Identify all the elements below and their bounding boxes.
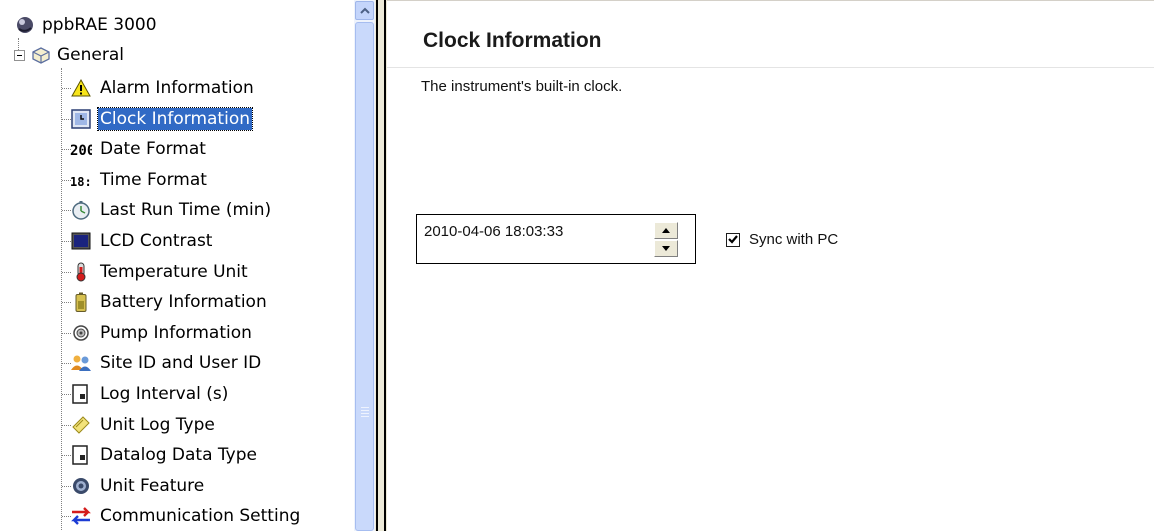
tree-item-pump-information[interactable]: Pump Information [70,320,254,346]
tree-scrollbar[interactable] [354,0,375,531]
datetime-picker[interactable]: 2010-04-06 18:03:33 [416,214,696,264]
thermometer-icon [70,261,92,283]
gear-icon [70,475,92,497]
warning-icon [70,77,92,99]
tree-item-label: Communication Setting [100,506,301,527]
exchange-arrows-icon [70,505,92,527]
pencil-icon [70,414,92,436]
stopwatch-icon [70,199,92,221]
divider [387,67,1154,68]
tree-item-clock-information[interactable]: Clock Information [70,106,253,132]
tree-node-root[interactable]: ppbRAE 3000 [16,14,157,36]
pump-icon [70,322,92,344]
sync-with-pc-option[interactable]: Sync with PC [726,231,838,248]
datetime-value[interactable]: 2010-04-06 18:03:33 [424,223,563,240]
tree-item-label: Pump Information [100,322,252,343]
sync-checkbox[interactable] [726,232,740,247]
users-icon [70,352,92,374]
tree-node-general[interactable]: General [14,44,124,66]
tree-item-label: Datalog Data Type [100,445,257,466]
battery-icon [70,291,92,313]
tree-item-alarm-information[interactable]: Alarm Information [70,75,256,101]
svg-text:18:10: 18:10 [70,175,92,189]
tree-item-label: LCD Contrast [100,231,213,251]
tree-item-label: Log Interval (s) [100,384,229,404]
tree-item-label: Unit Log Type [100,414,215,435]
tree-item-label: Temperature Unit [100,261,248,282]
page-title: Clock Information [423,29,602,52]
tree-item-unit-log-type[interactable]: Unit Log Type [70,412,217,438]
log-icon [70,383,92,405]
tree-item-label: Date Format [100,139,206,160]
tree-item-time-format[interactable]: 18:10 Time Format [70,167,209,193]
svg-text:2008: 2008 [70,143,92,158]
triangle-down-icon [662,246,670,251]
tree-item-site-id-and-user-id[interactable]: Site ID and User ID [70,350,263,376]
page-description: The instrument's built-in clock. [421,78,623,95]
tree-item-date-format[interactable]: 2008 Date Format [70,136,208,162]
tree-item-communication-setting[interactable]: Communication Setting [70,503,302,529]
scroll-up-button[interactable] [355,1,374,20]
clock-icon [70,108,92,130]
tree-item-label: Clock Information [97,106,253,131]
tree-item-temperature-unit[interactable]: Temperature Unit [70,259,250,285]
device-icon [16,16,34,34]
time-format-icon: 18:10 [70,169,92,191]
chevron-up-icon [359,7,370,14]
details-panel: Clock Information The instrument's built… [387,0,1154,532]
tree-item-label: Alarm Information [100,78,254,98]
tree-item-label: Site ID and User ID [100,353,262,374]
spin-down-button[interactable] [654,240,678,257]
tree-item-battery-information[interactable]: Battery Information [70,289,269,315]
pane-splitter[interactable] [375,0,387,531]
checkmark-icon [728,235,738,244]
tree-item-label: Battery Information [100,292,267,313]
tree-item-label: Last Run Time (min) [100,200,272,221]
settings-tree[interactable]: ppbRAE 3000 General Alarm Information Clo… [0,0,354,531]
spin-up-button[interactable] [654,222,678,239]
tree-item-datalog-data-type[interactable]: Datalog Data Type [70,442,259,468]
tree-general-label: General [57,45,124,65]
collapse-icon[interactable] [14,49,25,61]
lcd-icon [70,230,92,252]
triangle-up-icon [662,228,670,233]
tree-item-label: Time Format [100,169,207,190]
scroll-thumb[interactable] [355,22,374,531]
tree-line [61,68,62,531]
tree-item-lcd-contrast[interactable]: LCD Contrast [70,228,214,254]
datalog-icon [70,444,92,466]
tree-item-log-interval-s[interactable]: Log Interval (s) [70,381,230,407]
tree-item-unit-feature[interactable]: Unit Feature [70,473,206,499]
box-icon [31,46,51,64]
tree-item-last-run-time-min[interactable]: Last Run Time (min) [70,197,273,223]
tree-root-label: ppbRAE 3000 [42,15,157,35]
tree-item-label: Unit Feature [100,475,205,496]
date-format-icon: 2008 [70,138,92,160]
sync-label: Sync with PC [749,231,839,248]
